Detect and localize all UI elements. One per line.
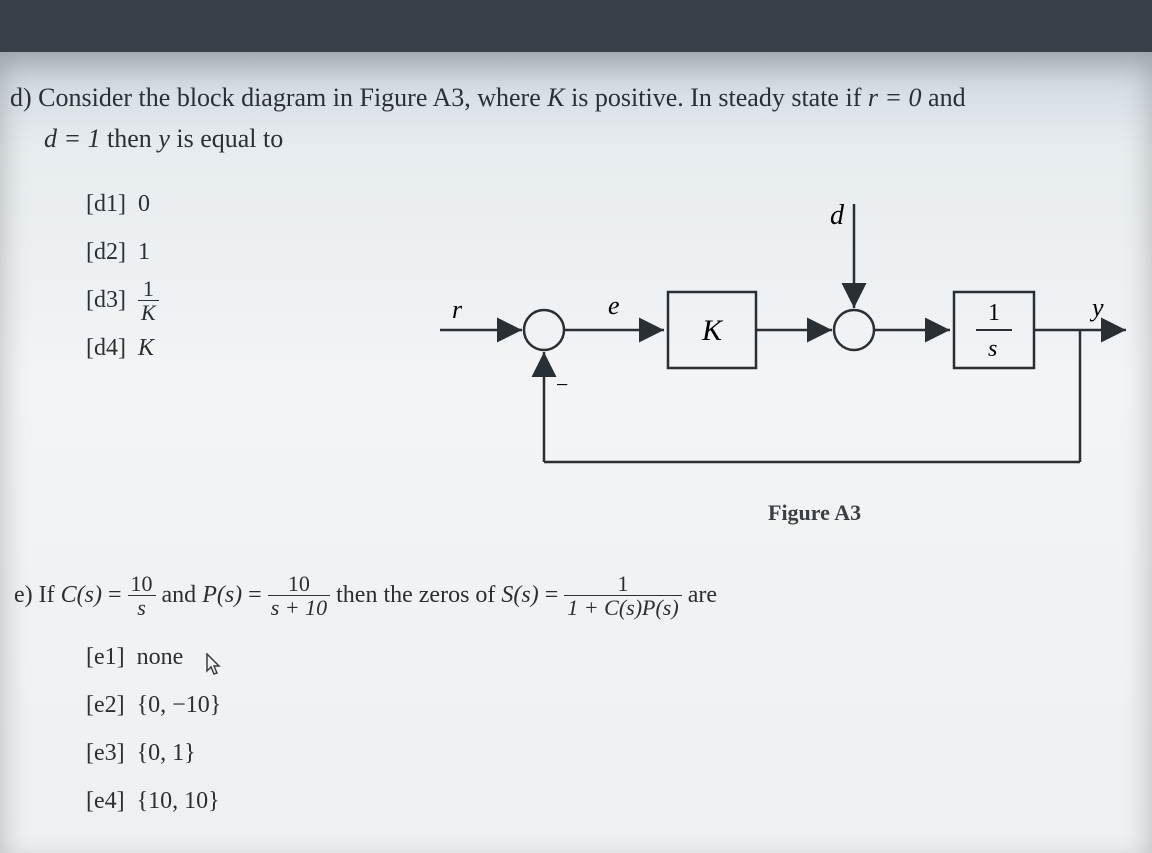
option-e4: [e4] {10, 10} xyxy=(86,777,1132,825)
question-d-line2: d = 1 then y is equal to xyxy=(10,121,1132,156)
option-tag: [d1] xyxy=(86,180,126,228)
summer-2 xyxy=(834,310,874,350)
qd-y: y xyxy=(158,124,170,153)
fraction-num: 10 xyxy=(128,572,156,595)
qe-then: then the zeros of xyxy=(336,582,495,609)
qe-C-frac: 10 s xyxy=(128,572,156,619)
qe-P: P(s) xyxy=(202,582,242,609)
minus-sign: − xyxy=(556,372,568,397)
qe-eq1: = xyxy=(108,582,122,609)
option-value: {0, 1} xyxy=(137,731,196,775)
label-y: y xyxy=(1089,293,1104,322)
label-e: e xyxy=(608,291,620,320)
label-K: K xyxy=(701,314,724,347)
qd-K: K xyxy=(547,83,564,112)
option-value: 0 xyxy=(138,180,150,228)
label-d: d xyxy=(830,200,845,231)
option-fraction: 1 K xyxy=(138,277,159,324)
option-tag: [d2] xyxy=(86,228,126,276)
qe-eq3: = xyxy=(545,582,559,609)
page-content: d) Consider the block diagram in Figure … xyxy=(0,52,1152,835)
fraction-den: K xyxy=(138,301,159,324)
plant-num: 1 xyxy=(988,300,1000,326)
block-diagram-svg: r e K d 1 xyxy=(432,200,1132,500)
question-e: e) If C(s) = 10 s and P(s) = 10 s + 10 t… xyxy=(10,572,1132,619)
qe-S-frac: 1 1 + C(s)P(s) xyxy=(564,572,681,619)
qd-text-2b: is equal to xyxy=(170,124,283,153)
figure-caption: Figure A3 xyxy=(768,500,861,526)
fraction-num: 1 xyxy=(614,572,631,595)
qd-text-2a: then xyxy=(101,124,159,153)
option-value: K xyxy=(138,324,154,372)
question-d: d) Consider the block diagram in Figure … xyxy=(10,80,1132,115)
option-e1: [e1] none xyxy=(86,633,1132,681)
qd-cond-r: r = 0 xyxy=(868,83,922,112)
fraction-num: 10 xyxy=(285,572,313,595)
figure-a3: r e K d 1 xyxy=(432,200,1132,530)
option-tag: [d4] xyxy=(86,324,126,372)
option-e3: [e3] {0, 1} xyxy=(86,729,1132,777)
option-value: {0, −10} xyxy=(137,683,222,727)
option-tag: [e2] xyxy=(86,683,125,727)
option-tag: [e4] xyxy=(86,779,125,823)
cursor-icon xyxy=(205,646,221,668)
fraction-num: 1 xyxy=(140,277,157,300)
fraction-den: s xyxy=(134,596,149,619)
option-e2: [e2] {0, −10} xyxy=(86,681,1132,729)
option-value: {10, 10} xyxy=(137,779,220,823)
plant-den: s xyxy=(988,336,997,362)
summer-1 xyxy=(524,310,564,350)
option-tag: [e3] xyxy=(86,731,125,775)
qd-text-1a: Consider the block diagram in Figure A3,… xyxy=(38,83,547,112)
option-tag: [d3] xyxy=(86,276,126,324)
qd-and: and xyxy=(922,83,966,112)
qd-prefix: d) xyxy=(10,83,38,112)
fraction-den: s + 10 xyxy=(268,596,330,619)
qe-prefix: e) If xyxy=(14,582,55,609)
qe-are: are xyxy=(688,582,717,609)
qe-eq2: = xyxy=(248,582,262,609)
option-value: none xyxy=(137,635,184,679)
qe-C: C(s) xyxy=(61,582,102,609)
qe-P-frac: 10 s + 10 xyxy=(268,572,330,619)
qe-and: and xyxy=(162,582,197,609)
fraction-den: 1 + C(s)P(s) xyxy=(564,596,681,619)
option-value: 1 xyxy=(138,228,150,276)
document-page: d) Consider the block diagram in Figure … xyxy=(0,52,1152,853)
option-tag: [e1] xyxy=(86,635,125,679)
qd-cond-d: d = 1 xyxy=(44,124,101,153)
options-e: [e1] none [e2] {0, −10} [e3] {0, 1} [e4]… xyxy=(10,633,1132,825)
qd-text-1b: is positive. In steady state if xyxy=(565,83,868,112)
label-r: r xyxy=(452,295,463,324)
qe-S: S(s) xyxy=(501,582,538,609)
